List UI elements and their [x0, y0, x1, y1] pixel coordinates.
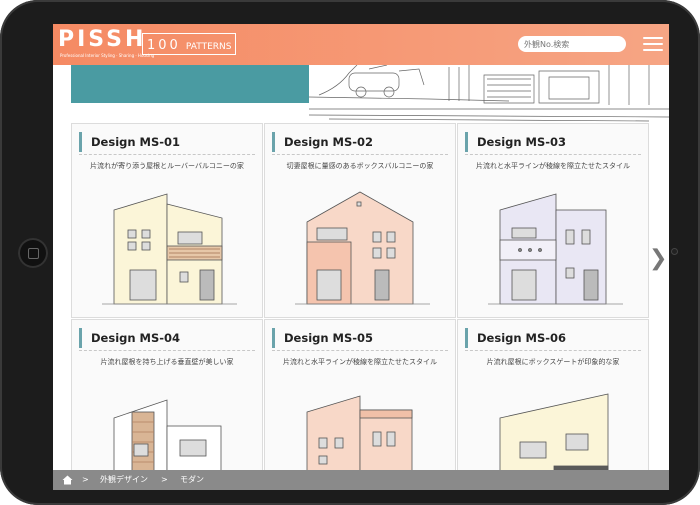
- title-divider: [465, 154, 641, 155]
- home-icon[interactable]: [62, 475, 73, 485]
- design-card-ms-01[interactable]: Design MS-01 片流れが寄り添う屋根とルーバーバルコニーの家: [71, 123, 263, 318]
- hero-sketch-illustration: [309, 65, 669, 122]
- hero-banner: [53, 65, 669, 124]
- chevron-right-icon[interactable]: ❯: [649, 244, 667, 274]
- logo-text: PISSH: [58, 27, 147, 52]
- design-description: 片流れと水平ラインが稜線を際立たせたスタイル: [283, 358, 437, 366]
- design-card-ms-03[interactable]: Design MS-03 片流れと水平ラインが稜線を際立たせたスタイル: [457, 123, 649, 318]
- hamburger-menu-icon[interactable]: [643, 37, 663, 51]
- house-illustration: [295, 191, 430, 305]
- tablet-camera: [671, 248, 678, 255]
- tablet-home-button[interactable]: [18, 238, 48, 268]
- design-card-ms-02[interactable]: Design MS-02 切妻屋根に量感のあるボックスバルコニーの家: [264, 123, 456, 318]
- design-title: Design MS-01: [79, 132, 180, 152]
- site-header: PISSH Professional Interior Styling · Sh…: [53, 24, 669, 65]
- design-title: Design MS-03: [465, 132, 566, 152]
- title-divider: [465, 350, 641, 351]
- design-card-ms-05[interactable]: Design MS-05 片流れと水平ラインが稜線を際立たせたスタイル: [264, 319, 456, 490]
- title-divider: [79, 350, 255, 351]
- breadcrumb: > 外観デザイン > モダン: [53, 470, 669, 490]
- design-description: 片流れと水平ラインが稜線を際立たせたスタイル: [476, 162, 630, 170]
- tablet-frame: PISSH Professional Interior Styling · Sh…: [0, 0, 700, 505]
- design-card-ms-04[interactable]: Design MS-04 片流れ屋根を持ち上げる垂直壁が美しい家: [71, 319, 263, 490]
- design-title: Design MS-05: [272, 328, 373, 348]
- title-divider: [272, 154, 448, 155]
- design-card-ms-06[interactable]: Design MS-06 片流れ屋根にボックスゲートが印象的な家: [457, 319, 649, 490]
- design-description: 片流れ屋根にボックスゲートが印象的な家: [486, 358, 620, 366]
- title-divider: [272, 350, 448, 351]
- patterns-word: PATTERNS: [185, 42, 232, 52]
- breadcrumb-item-modern: モダン: [180, 475, 204, 484]
- title-divider: [79, 154, 255, 155]
- design-title: Design MS-02: [272, 132, 373, 152]
- search-input[interactable]: [518, 36, 626, 52]
- design-description: 片流れ屋根を持ち上げる垂直壁が美しい家: [100, 358, 234, 366]
- patterns-number: 100: [147, 38, 181, 53]
- hero-teal-block: [71, 65, 309, 103]
- breadcrumb-separator: >: [82, 475, 89, 484]
- house-illustration: [102, 193, 237, 305]
- logo-subtitle: Professional Interior Styling · Sharing …: [60, 53, 155, 58]
- screen: PISSH Professional Interior Styling · Sh…: [53, 24, 669, 490]
- breadcrumb-separator: >: [161, 475, 168, 484]
- design-description: 片流れが寄り添う屋根とルーバーバルコニーの家: [90, 162, 244, 170]
- house-illustration: [488, 193, 623, 305]
- design-title: Design MS-04: [79, 328, 180, 348]
- site-logo[interactable]: PISSH Professional Interior Styling · Sh…: [58, 28, 154, 62]
- design-description: 切妻屋根に量感のあるボックスバルコニーの家: [286, 162, 434, 170]
- design-title: Design MS-06: [465, 328, 566, 348]
- patterns-badge[interactable]: 100 PATTERNS: [142, 33, 237, 55]
- breadcrumb-item-exterior-design[interactable]: 外観デザイン: [100, 470, 148, 490]
